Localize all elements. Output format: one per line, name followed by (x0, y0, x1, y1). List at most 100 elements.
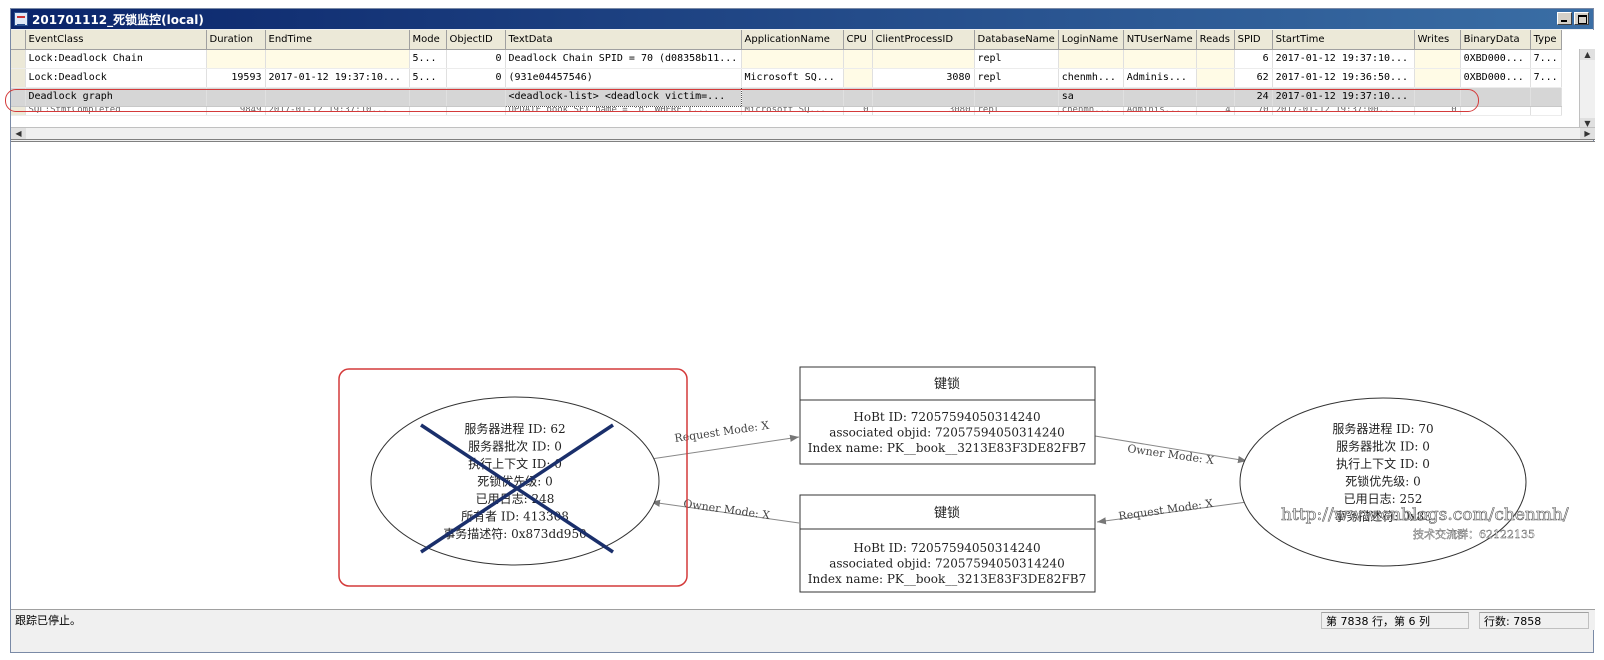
cell-databasename[interactable] (974, 87, 1059, 107)
cell-objectid[interactable] (446, 106, 506, 116)
column-header-duration[interactable]: Duration (206, 30, 266, 50)
cell-loginname[interactable] (1058, 49, 1124, 69)
cell-cpu[interactable] (843, 68, 873, 88)
scroll-left-arrow-icon[interactable]: ◀ (11, 128, 26, 139)
column-header-eventclass[interactable]: EventClass (25, 30, 207, 50)
scroll-right-arrow-icon[interactable]: ▶ (1580, 128, 1595, 139)
cell-reads[interactable] (1196, 87, 1235, 107)
cell-clientprocessid[interactable] (872, 49, 975, 69)
cell-applicationname[interactable] (741, 87, 844, 107)
cell-clientprocessid[interactable] (872, 87, 975, 107)
cell-cpu[interactable] (843, 49, 873, 69)
key-lock-node-bottom[interactable]: 键锁 HoBt ID: 72057594050314240 associated … (799, 494, 1096, 593)
cell-reads[interactable] (1196, 49, 1235, 69)
cell-loginname[interactable]: chenmh... (1058, 106, 1124, 116)
cell-writes[interactable] (1414, 49, 1461, 69)
cell-spid[interactable]: 62 (1234, 68, 1273, 88)
cell-mode[interactable] (409, 87, 447, 107)
cell-duration[interactable]: 19593 (206, 68, 266, 88)
column-header-starttime[interactable]: StartTime (1272, 30, 1415, 50)
cell-endtime[interactable] (265, 49, 410, 69)
column-header-endtime[interactable]: EndTime (265, 30, 410, 50)
cell-eventclass[interactable]: Lock:Deadlock (25, 68, 207, 88)
cell-eventclass[interactable]: Deadlock graph (25, 87, 207, 107)
cell-writes[interactable] (1414, 68, 1461, 88)
cell-endtime[interactable] (265, 87, 410, 107)
cell-binarydata[interactable] (1460, 106, 1531, 116)
cell-eventclass[interactable]: SQL:StmtCompleted (25, 106, 207, 116)
row-header[interactable] (11, 87, 26, 107)
column-header-spid[interactable]: SPID (1234, 30, 1273, 50)
cell-applicationname[interactable] (741, 49, 844, 69)
cell-writes[interactable] (1414, 87, 1461, 107)
column-header-applicationname[interactable]: ApplicationName (741, 30, 844, 50)
table-row[interactable]: Deadlock graph <deadlock-list> <deadlock … (11, 86, 1562, 107)
cell-databasename[interactable]: repl (974, 106, 1059, 116)
maximize-button[interactable] (1574, 12, 1589, 25)
cell-loginname[interactable]: chenmh... (1058, 68, 1124, 88)
cell-textdata[interactable]: (931e04457546) (505, 68, 742, 88)
cell-mode[interactable]: 5... (409, 49, 447, 69)
column-header-textdata[interactable]: TextData (505, 30, 742, 50)
cell-binarydata[interactable] (1460, 87, 1531, 107)
table-row[interactable]: SQL:StmtCompleted 9849 2017-01-12 19:37:10… (11, 106, 1562, 116)
column-header-writes[interactable]: Writes (1414, 30, 1461, 50)
cell-objectid[interactable]: 0 (446, 49, 506, 69)
column-header-databasename[interactable]: DatabaseName (974, 30, 1059, 50)
table-row[interactable]: Lock:Deadlock 19593 2017-01-12 19:37:10...… (11, 68, 1562, 88)
cell-spid[interactable]: 6 (1234, 49, 1273, 69)
column-header-clientprocessid[interactable]: ClientProcessID (872, 30, 975, 50)
cell-writes[interactable]: 0 (1414, 106, 1461, 116)
cell-clientprocessid[interactable]: 3080 (872, 68, 975, 88)
cell-ntusername[interactable]: Adminis... (1123, 68, 1197, 88)
cell-cpu[interactable] (843, 87, 873, 107)
cell-starttime[interactable]: 2017-01-12 19:37:00... (1272, 106, 1415, 116)
column-header-type[interactable]: Type (1530, 30, 1562, 50)
key-lock-node-top[interactable]: 键锁 HoBt ID: 72057594050314240 associated … (799, 366, 1096, 465)
cell-databasename[interactable]: repl (974, 49, 1059, 69)
table-row[interactable]: Lock:Deadlock Chain 5... 0 Deadlock Chain S… (11, 49, 1562, 69)
minimize-button[interactable] (1557, 12, 1572, 25)
cell-starttime[interactable]: 2017-01-12 19:37:10... (1272, 49, 1415, 69)
cell-objectid[interactable]: 0 (446, 68, 506, 88)
column-header-reads[interactable]: Reads (1196, 30, 1235, 50)
cell-starttime[interactable]: 2017-01-12 19:37:10... (1272, 87, 1415, 107)
cell-reads[interactable]: 4 (1196, 106, 1235, 116)
column-header-binarydata[interactable]: BinaryData (1460, 30, 1531, 50)
cell-textdata[interactable]: Deadlock Chain SPID = 70 (d08358b11... (505, 49, 742, 69)
column-header-mode[interactable]: Mode (409, 30, 447, 50)
cell-starttime[interactable]: 2017-01-12 19:36:50... (1272, 68, 1415, 88)
cell-ntusername[interactable]: Adminis... (1123, 106, 1197, 116)
cell-endtime[interactable]: 2017-01-12 19:37:10... (265, 106, 410, 116)
cell-type[interactable]: 7... (1530, 68, 1562, 88)
column-header-loginname[interactable]: LoginName (1058, 30, 1124, 50)
scroll-up-arrow-icon[interactable]: ▲ (1580, 49, 1595, 60)
cell-binarydata[interactable]: 0XBD000... (1460, 49, 1531, 69)
row-header[interactable] (11, 106, 26, 116)
cell-textdata[interactable]: UPDATE book SET name = 'b' WHERE I... (505, 106, 742, 116)
cell-ntusername[interactable] (1123, 49, 1197, 69)
cell-mode[interactable] (409, 106, 447, 116)
row-header[interactable] (11, 49, 26, 69)
cell-mode[interactable]: 5... (409, 68, 447, 88)
cell-binarydata[interactable]: 0XBD000... (1460, 68, 1531, 88)
cell-duration[interactable] (206, 87, 266, 107)
trace-grid[interactable]: EventClass Duration EndTime Mode ObjectID Tex… (11, 30, 1595, 140)
grid-vertical-scrollbar[interactable]: ▲ ▼ (1579, 49, 1595, 129)
cell-duration[interactable] (206, 49, 266, 69)
cell-spid[interactable]: 24 (1234, 87, 1273, 107)
grid-horizontal-scrollbar[interactable]: ◀ ▶ (11, 127, 1595, 139)
cell-objectid[interactable] (446, 87, 506, 107)
column-header-ntusername[interactable]: NTUserName (1123, 30, 1197, 50)
cell-clientprocessid[interactable]: 3080 (872, 106, 975, 116)
cell-textdata[interactable]: <deadlock-list> <deadlock victim=... (504, 86, 742, 107)
cell-duration[interactable]: 9849 (206, 106, 266, 116)
cell-ntusername[interactable] (1123, 87, 1197, 107)
cell-applicationname[interactable]: Microsoft SQ... (741, 68, 844, 88)
cell-endtime[interactable]: 2017-01-12 19:37:10... (265, 68, 410, 88)
cell-applicationname[interactable]: Microsoft SQ... (741, 106, 844, 116)
cell-databasename[interactable]: repl (974, 68, 1059, 88)
cell-cpu[interactable]: 0 (843, 106, 873, 116)
cell-type[interactable]: 7... (1530, 49, 1562, 69)
cell-type[interactable] (1530, 106, 1562, 116)
